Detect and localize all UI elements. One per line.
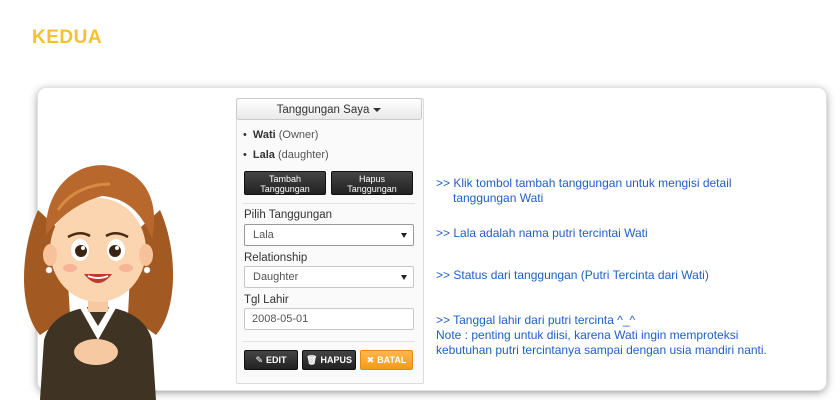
list-item[interactable]: • Wati (Owner): [243, 128, 329, 148]
dependent-role: (Owner): [278, 129, 319, 141]
dependent-role: (daughter): [277, 149, 329, 161]
tanggungan-saya-dropdown[interactable]: Tanggungan Saya: [236, 98, 422, 120]
note-status: >> Status dari tanggungan (Putri Tercint…: [436, 268, 709, 282]
edit-icon: ✎: [255, 355, 264, 365]
caret-down-icon: [373, 107, 382, 112]
divider: [243, 341, 415, 342]
tgl-lahir-label: Tgl Lahir: [244, 294, 289, 306]
note-lala: >> Lala adalah nama putri tercintai Wati: [436, 226, 648, 240]
batal-button[interactable]: ✖ BATAL: [360, 350, 413, 370]
dependent-name: Wati: [252, 129, 276, 141]
relationship-select[interactable]: Daughter: [244, 266, 414, 288]
dropdown-label: Tanggungan Saya: [276, 104, 370, 116]
edit-button[interactable]: ✎ EDIT: [244, 350, 298, 370]
note-tambah: >> Klik tombol tambah tanggungan untuk m…: [436, 176, 732, 205]
trash-icon: 🗑: [306, 355, 318, 365]
list-item[interactable]: • Lala (daughter): [243, 148, 329, 168]
select-arrow-icon: [401, 275, 407, 280]
note-tgl-lahir: >> Tanggal lahir dari putri tercinta ^_^…: [436, 313, 767, 357]
tgl-lahir-field[interactable]: [244, 308, 414, 330]
select-arrow-icon: [401, 233, 407, 238]
woman-character-illustration: [24, 165, 174, 400]
tambah-tanggungan-button[interactable]: Tambah Tanggungan: [244, 171, 326, 195]
dependents-list: • Wati (Owner) • Lala (daughter): [243, 128, 329, 168]
pilih-tanggungan-label: Pilih Tanggungan: [244, 209, 333, 221]
hapus-button[interactable]: 🗑 HAPUS: [302, 350, 356, 370]
section-heading: KEDUA: [32, 27, 103, 48]
pilih-tanggungan-select[interactable]: Lala: [244, 224, 414, 246]
relationship-label: Relationship: [244, 252, 308, 264]
dependent-name: Lala: [252, 149, 275, 161]
close-icon: ✖: [366, 355, 375, 365]
divider: [243, 203, 415, 204]
hapus-tanggungan-button[interactable]: Hapus Tanggungan: [331, 171, 413, 195]
